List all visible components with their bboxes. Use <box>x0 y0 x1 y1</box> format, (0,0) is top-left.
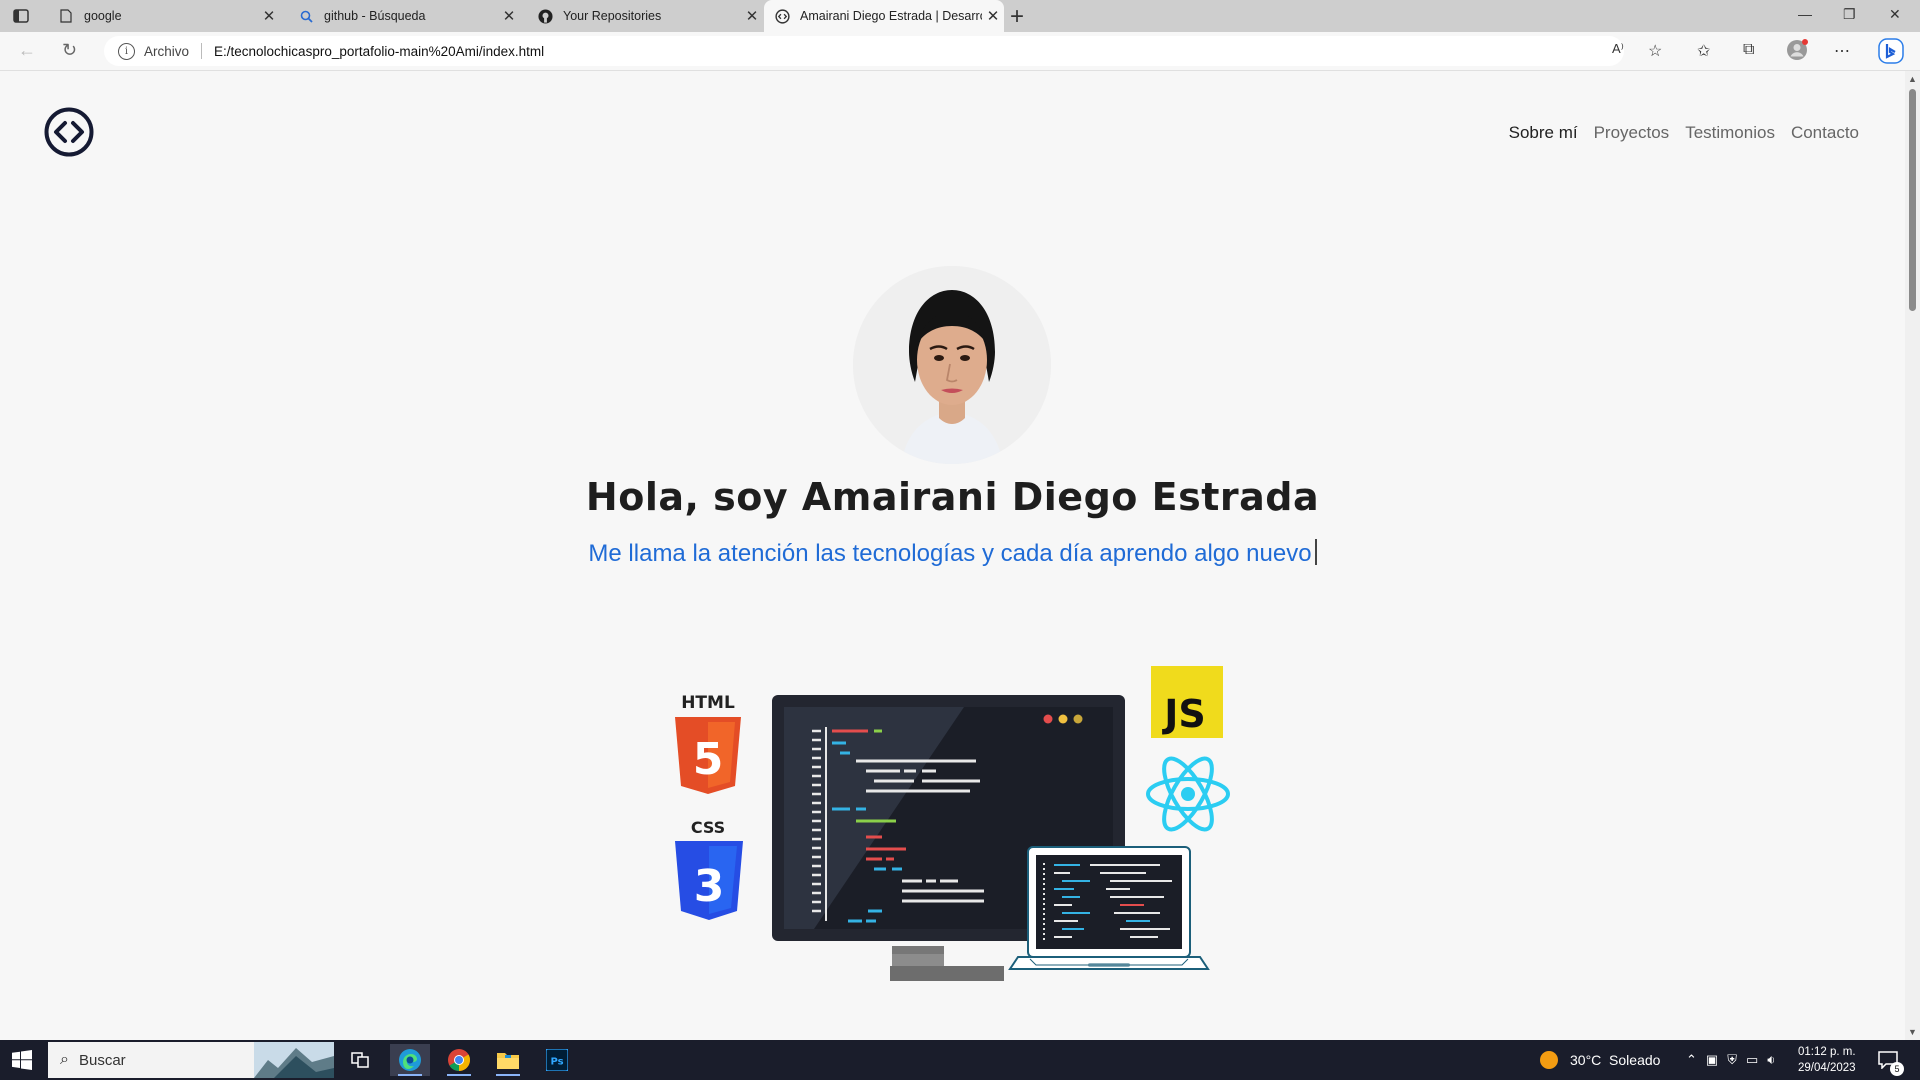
file-explorer-taskbar-icon[interactable] <box>488 1044 528 1076</box>
profile-icon[interactable] <box>1786 39 1808 66</box>
weather-text: 30°C Soleado <box>1570 1052 1661 1068</box>
close-icon[interactable]: ✕ <box>258 7 280 25</box>
system-clock[interactable]: 01:12 p. m. 29/04/2023 <box>1798 1044 1856 1076</box>
info-icon[interactable]: i <box>118 42 135 60</box>
taskbar-search-placeholder: Buscar <box>78 1051 126 1069</box>
system-tray: ⌃ ▣ ⛨ ▭ 🔉︎ <box>1686 1040 1775 1080</box>
minimize-icon[interactable]: — <box>1798 6 1812 22</box>
favorites-icon[interactable]: ✩ <box>1697 41 1710 61</box>
html5-logo-icon: HTML 5 <box>675 693 741 794</box>
close-icon[interactable]: ✕ <box>982 7 1004 25</box>
back-icon[interactable]: ← <box>18 40 36 61</box>
sun-icon <box>1540 1051 1558 1069</box>
tech-illustration: HTML 5 CSS 3 JS <box>675 666 1230 981</box>
laptop-icon <box>1008 846 1210 970</box>
site-icon <box>774 8 790 24</box>
tab-title: Your Repositories <box>563 9 662 23</box>
clock-date: 29/04/2023 <box>1798 1062 1856 1074</box>
js-label: JS <box>1161 692 1206 736</box>
url-text[interactable]: E:/tecnolochicaspro_portafolio-main%20Am… <box>214 44 544 59</box>
search-highlight-image <box>254 1042 334 1078</box>
tab-title: Amairani Diego Estrada | Desarro <box>800 9 982 23</box>
weather-widget[interactable]: 30°C Soleado <box>1540 1040 1660 1080</box>
collections-icon[interactable]: ⧉ <box>1743 41 1754 59</box>
search-icon: ⌕ <box>60 1051 69 1068</box>
close-icon[interactable]: ✕ <box>498 7 520 25</box>
bing-icon[interactable] <box>1878 38 1904 69</box>
more-icon[interactable]: ⋯ <box>1834 41 1850 61</box>
css3-logo-icon: CSS 3 <box>675 818 743 920</box>
clock-time: 01:12 p. m. <box>1798 1046 1856 1058</box>
typing-caret <box>1314 539 1317 565</box>
hero-subtitle: Me llama la atención las tecnologías y c… <box>0 539 1905 568</box>
scrollbar-thumb[interactable] <box>1909 89 1916 311</box>
css-label: CSS <box>691 818 725 837</box>
photoshop-taskbar-icon[interactable]: Ps <box>537 1044 577 1076</box>
close-icon[interactable]: ✕ <box>741 7 763 25</box>
close-window-icon[interactable]: ✕ <box>1889 6 1901 23</box>
tab-actions-icon[interactable] <box>12 7 30 25</box>
active-indicator <box>398 1074 422 1076</box>
svg-text:Ps: Ps <box>550 1057 563 1068</box>
refresh-icon[interactable]: ↻ <box>62 40 77 61</box>
html-label: HTML <box>681 693 735 713</box>
defender-icon[interactable]: ⛨ <box>1727 1052 1737 1068</box>
nav-link-contacto[interactable]: Contacto <box>1791 123 1859 143</box>
active-indicator <box>447 1074 471 1076</box>
tab-your-repositories[interactable]: Your Repositories ✕ <box>527 0 763 32</box>
url-field[interactable]: i Archivo E:/tecnolochicaspro_portafolio… <box>104 36 1624 66</box>
restore-icon[interactable]: ❐ <box>1843 6 1856 23</box>
tab-portfolio[interactable]: Amairani Diego Estrada | Desarro ✕ <box>764 0 1004 32</box>
hero-title: Hola, soy Amairani Diego Estrada <box>585 475 1320 519</box>
network-icon[interactable]: ▭ <box>1746 1052 1758 1068</box>
windows-taskbar: ⌕ Buscar Ps 30°C Soleado ⌃ ▣ ⛨ ▭ 🔉︎ 01:1… <box>0 1040 1920 1080</box>
search-icon <box>298 8 314 24</box>
javascript-logo-icon: JS <box>1151 666 1223 738</box>
meet-now-icon[interactable]: ▣ <box>1706 1052 1718 1068</box>
hero-subtitle-text: Me llama la atención las tecnologías y c… <box>588 540 1312 567</box>
add-favorite-icon[interactable]: ☆ <box>1648 41 1662 61</box>
windows-start-icon[interactable] <box>12 1050 32 1070</box>
edge-taskbar-icon[interactable] <box>390 1044 430 1076</box>
chevron-up-icon[interactable]: ⌃ <box>1686 1052 1697 1068</box>
notification-count-badge: 5 <box>1890 1062 1904 1076</box>
tab-google[interactable]: google ✕ <box>48 0 280 32</box>
read-aloud-icon[interactable]: A⁾ <box>1612 41 1624 57</box>
main-nav: Sobre mí Proyectos Testimonios Contacto <box>1509 123 1859 143</box>
tab-title: github - Búsqueda <box>324 9 426 23</box>
volume-icon[interactable]: 🔉︎ <box>1767 1052 1775 1068</box>
scroll-down-icon[interactable]: ▼ <box>1908 1027 1917 1037</box>
profile-photo <box>853 266 1051 464</box>
nav-link-testimonios[interactable]: Testimonios <box>1685 123 1775 143</box>
css3-digit: 3 <box>694 861 725 912</box>
url-scheme-label: Archivo <box>144 43 190 59</box>
html5-digit: 5 <box>693 734 724 785</box>
react-logo-icon <box>1146 756 1230 832</box>
divider <box>201 43 203 59</box>
notification-center[interactable]: 5 <box>1878 1040 1904 1080</box>
address-bar: ← ↻ i Archivo E:/tecnolochicaspro_portaf… <box>0 32 1920 71</box>
tab-github-search[interactable]: github - Búsqueda ✕ <box>288 0 520 32</box>
tab-title: google <box>84 9 122 23</box>
site-logo-icon[interactable] <box>44 107 94 157</box>
tab-bar: google ✕ github - Búsqueda ✕ Your Reposi… <box>0 0 1920 32</box>
active-indicator <box>496 1074 520 1076</box>
nav-link-sobre-mi[interactable]: Sobre mí <box>1509 123 1578 143</box>
taskbar-search[interactable]: ⌕ Buscar <box>48 1042 334 1078</box>
github-icon <box>537 8 553 24</box>
chrome-taskbar-icon[interactable] <box>439 1044 479 1076</box>
nav-link-proyectos[interactable]: Proyectos <box>1594 123 1670 143</box>
page-icon <box>58 8 74 24</box>
scroll-up-icon[interactable]: ▲ <box>1908 74 1917 84</box>
page-scrollbar[interactable]: ▲ ▼ <box>1905 71 1920 1040</box>
web-page: Sobre mí Proyectos Testimonios Contacto … <box>0 71 1905 981</box>
new-tab-icon[interactable]: + <box>1010 3 1024 31</box>
task-view-icon[interactable] <box>340 1044 380 1076</box>
